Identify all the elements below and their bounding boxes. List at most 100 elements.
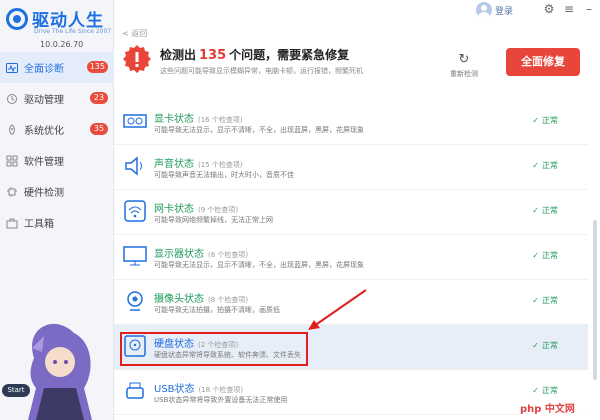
status-badge: ✓ 正常 (532, 160, 558, 171)
sidebar-nav: 全面诊断 135 驱动管理 23 系统优化 35 软件管理 硬件检测 工具箱 (0, 52, 114, 238)
list-item[interactable]: 网卡状态 (9 个检查项) 可能导致网络频繁掉线，无法正常上网 ✓ 正常 (114, 190, 588, 235)
check-icon: ✓ (532, 386, 539, 395)
mascot-illustration (28, 323, 92, 420)
arrow-icon (308, 289, 367, 330)
alert-title: 检测出 135 个问题，需要紧急修复 (160, 46, 349, 63)
sidebar-item-diagnosis[interactable]: 全面诊断 135 (0, 52, 114, 83)
scrollbar[interactable] (592, 100, 598, 420)
sidebar-item-label: 工具箱 (24, 219, 54, 230)
monitor-icon (123, 246, 147, 266)
row-title: 显卡状态 (16 个检查项) (154, 110, 243, 125)
wifi-icon (124, 200, 146, 222)
row-title-text: 显示器状态 (154, 249, 204, 260)
sidebar-item-label: 系统优化 (24, 126, 64, 137)
back-link[interactable]: < 返回 (122, 28, 147, 39)
minimize-icon[interactable]: – (582, 2, 596, 16)
sidebar-item-label: 驱动管理 (24, 95, 64, 106)
webcam-icon (127, 291, 143, 311)
diagnosis-summary: 检测出 135 个问题，需要紧急修复 这些问题可能导致显示模糊异常，电脑卡顿，运行报… (114, 40, 600, 88)
app-logo: 驱动人生 Drive The Life Since 2007 10.0.26.7… (4, 4, 112, 49)
alert-title-prefix: 检测出 (160, 48, 197, 62)
pulse-icon (6, 62, 18, 74)
sidebar-item-system-optimize[interactable]: 系统优化 35 (0, 114, 114, 145)
speaker-icon (125, 156, 142, 176)
status-badge: ✓ 正常 (532, 385, 558, 396)
login-button[interactable]: 登录 (476, 1, 513, 19)
status-badge: ✓ 正常 (532, 250, 558, 261)
settings-icon[interactable]: ⚙ (542, 2, 556, 16)
sidebar-badge: 23 (90, 92, 108, 104)
row-description: 可能导致无法显示，显示不清晰，不全，出现蓝屏，黑屏，花屏现象 (154, 261, 364, 269)
row-title: 声音状态 (15 个检查项) (154, 155, 243, 170)
status-text: 正常 (542, 116, 558, 125)
sidebar-item-label: 硬件检测 (24, 188, 64, 199)
sidebar-item-software-management[interactable]: 软件管理 (0, 145, 114, 176)
app-window: 驱动人生 Drive The Life Since 2007 10.0.26.7… (0, 0, 600, 420)
row-title-text: USB状态 (154, 384, 195, 395)
rocket-icon (6, 123, 18, 136)
row-description: USB状态异常将导致外置设备无法正常使用 (154, 396, 288, 404)
status-badge: ✓ 正常 (532, 205, 558, 216)
watermark: php 中文网 (520, 402, 594, 418)
sidebar-item-toolbox[interactable]: 工具箱 (0, 207, 114, 238)
check-icon: ✓ (532, 161, 539, 170)
usb-icon (126, 382, 144, 399)
sidebar-badge: 35 (90, 123, 108, 135)
redo-icon: ↻ (458, 52, 470, 67)
status-text: 正常 (542, 386, 558, 395)
status-badge: ✓ 正常 (532, 115, 558, 126)
row-count: (16 个检查项) (198, 116, 243, 124)
sidebar-item-hardware-detection[interactable]: 硬件检测 (0, 176, 114, 207)
toolbox-icon (6, 217, 18, 229)
row-count: (15 个检查项) (198, 161, 243, 169)
row-count: (8 个检查项) (208, 296, 249, 304)
check-list: 显卡状态 (16 个检查项) 可能导致无法显示，显示不清晰，不全，出现蓝屏，黑屏，… (114, 100, 588, 420)
check-icon: ✓ (532, 251, 539, 260)
row-description: 可能导致无法显示，显示不清晰，不全，出现蓝屏，黑屏，花屏现象 (154, 126, 364, 134)
row-title-text: 网卡状态 (154, 204, 194, 215)
row-description: 可能导致声音无法输出，时大时小，音质不佳 (154, 171, 294, 179)
menu-icon[interactable]: ≡ (562, 2, 576, 16)
app-tagline: Drive The Life Since 2007 (34, 28, 112, 35)
row-count: (18 个检查项) (198, 386, 244, 394)
row-title: 显示器状态 (8 个检查项) (154, 245, 248, 260)
row-title: 网卡状态 (9 个检查项) (154, 200, 238, 215)
refresh-icon (6, 93, 18, 105)
row-title: 摄像头状态 (8 个检查项) (154, 290, 248, 305)
chip-icon (6, 186, 18, 198)
status-text: 正常 (542, 206, 558, 215)
issue-count: 135 (199, 48, 227, 63)
check-icon: ✓ (532, 116, 539, 125)
app-version: 10.0.26.70 (40, 40, 84, 49)
status-text: 正常 (542, 251, 558, 260)
sidebar-item-driver-management[interactable]: 驱动管理 23 (0, 83, 114, 114)
alert-title-suffix: 个问题，需要紧急修复 (229, 48, 350, 62)
row-title: USB状态 (18 个检查项) (154, 380, 243, 395)
row-title-text: 声音状态 (154, 159, 194, 170)
row-description: 可能导致网络频繁掉线，无法正常上网 (154, 216, 273, 224)
redetect-label: 重新检测 (450, 70, 478, 78)
scrollbar-thumb[interactable] (593, 220, 597, 380)
check-icon: ✓ (532, 206, 539, 215)
row-title-text: 摄像头状态 (154, 294, 204, 305)
list-item[interactable]: USB状态 (18 个检查项) USB状态异常将导致外置设备无法正常使用 ✓ 正常 (114, 370, 588, 415)
list-item[interactable]: 声音状态 (15 个检查项) 可能导致声音无法输出，时大时小，音质不佳 ✓ 正常 (114, 145, 588, 190)
top-bar: < 返回 登录 ⚙ ≡ – (114, 0, 600, 38)
fix-all-button[interactable]: 全面修复 (506, 48, 580, 76)
list-item[interactable]: 显卡状态 (16 个检查项) 可能导致无法显示，显示不清晰，不全，出现蓝屏，黑屏，… (114, 100, 588, 145)
warning-icon (123, 45, 151, 73)
row-count: (8 个检查项) (208, 251, 249, 259)
sidebar-item-label: 软件管理 (24, 157, 64, 168)
status-badge: ✓ 正常 (532, 340, 558, 351)
grid-icon (6, 155, 18, 167)
start-button[interactable]: Start (2, 384, 30, 397)
sidebar: 驱动人生 Drive The Life Since 2007 10.0.26.7… (0, 0, 114, 420)
status-badge: ✓ 正常 (532, 295, 558, 306)
sidebar-item-label: 全面诊断 (24, 64, 64, 75)
list-item[interactable]: 显示器状态 (8 个检查项) 可能导致无法显示，显示不清晰，不全，出现蓝屏，黑屏，… (114, 235, 588, 280)
check-icon: ✓ (532, 341, 539, 350)
check-icon: ✓ (532, 296, 539, 305)
logo-icon (6, 8, 28, 30)
redetect-button[interactable]: ↻ 重新检测 (444, 52, 484, 79)
avatar-icon (476, 2, 492, 18)
